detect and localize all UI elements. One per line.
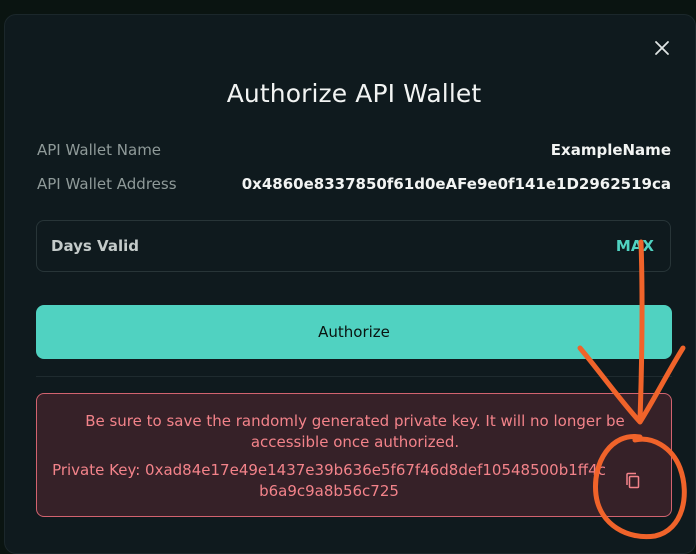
authorize-button[interactable]: Authorize	[36, 305, 672, 359]
modal-title: Authorize API Wallet	[226, 79, 482, 108]
wallet-address-value: 0x4860e8337850f61d0eAFe9e0f141e1D2962519…	[241, 175, 671, 193]
private-key-text: Private Key: 0xad84e17e49e1437e39b636e5f…	[52, 461, 606, 500]
max-button[interactable]: MAX	[616, 237, 654, 255]
warning-message: Be sure to save the randomly generated p…	[85, 412, 625, 451]
close-icon[interactable]	[652, 38, 672, 58]
divider	[36, 376, 672, 377]
wallet-name-value: ExampleName	[550, 141, 671, 159]
wallet-address-label: API Wallet Address	[37, 175, 177, 193]
private-key-warning: Be sure to save the randomly generated p…	[36, 393, 672, 517]
wallet-name-label: API Wallet Name	[37, 141, 162, 159]
copy-icon[interactable]	[625, 472, 641, 490]
days-valid-label: Days Valid	[51, 237, 139, 255]
days-valid-input[interactable]: Days Valid MAX	[36, 220, 671, 272]
